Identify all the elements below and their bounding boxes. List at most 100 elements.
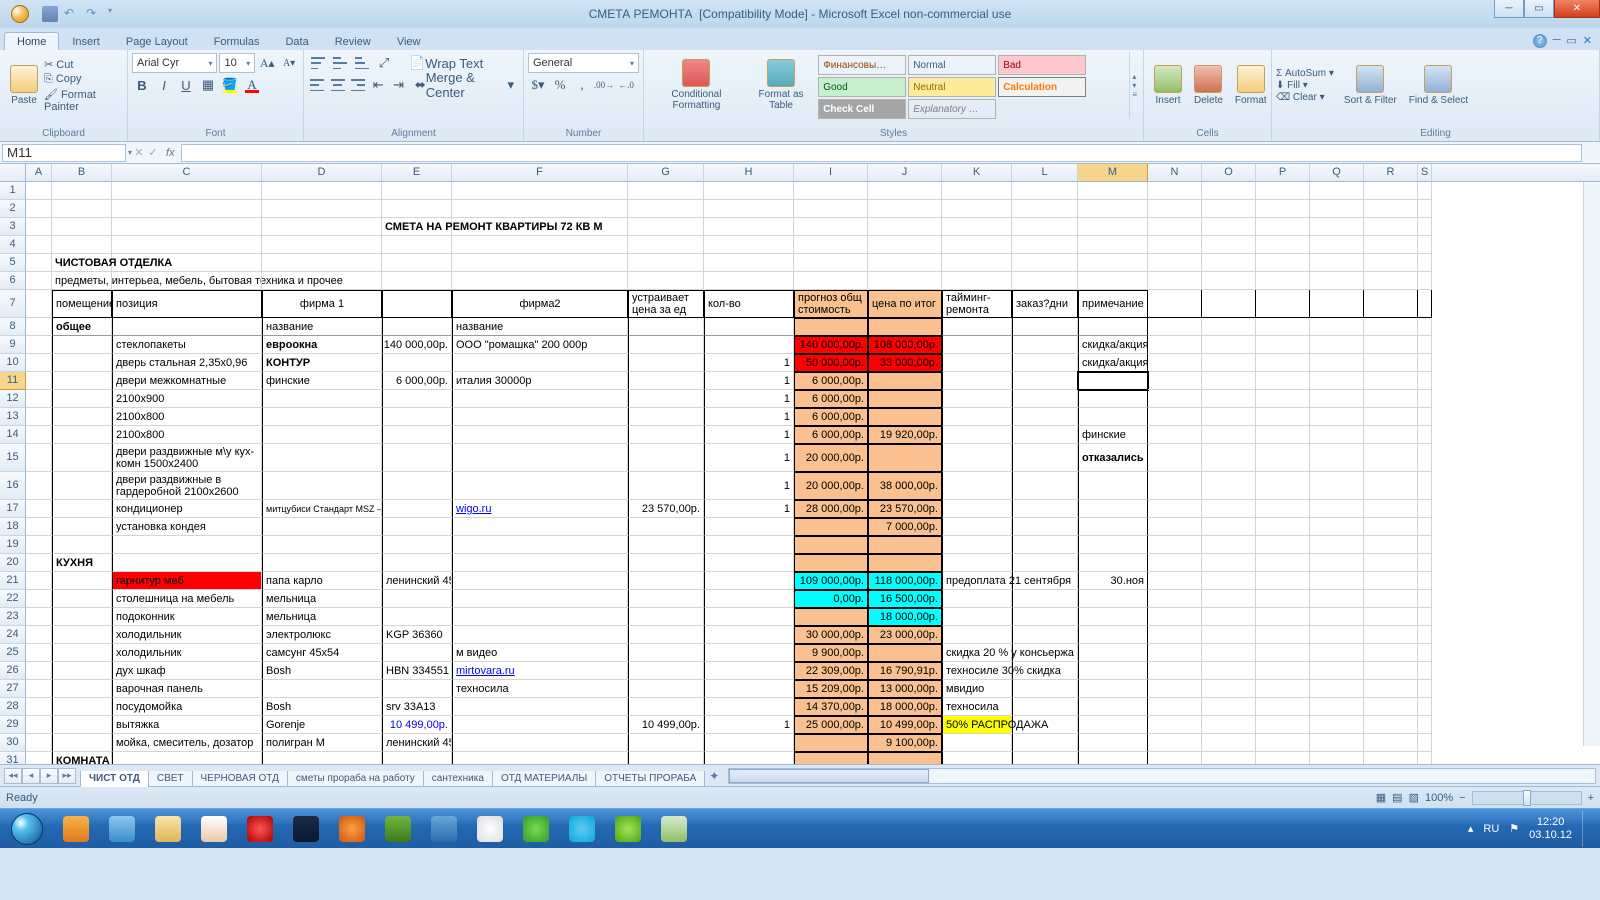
cell[interactable] [704,254,794,272]
cell[interactable] [1256,680,1310,698]
cell[interactable] [1012,734,1078,752]
cell[interactable] [1148,182,1202,200]
sheet-tab[interactable]: ЧЕРНОВАЯ ОТД [192,771,288,787]
cell[interactable] [1364,354,1418,372]
cell[interactable]: 18 000,00р. [868,698,942,716]
cell[interactable]: кондиционер [112,500,262,518]
cell[interactable] [1012,536,1078,554]
cell[interactable] [942,372,1012,390]
cell[interactable] [704,336,794,354]
cell[interactable] [452,716,628,734]
cell[interactable] [704,536,794,554]
grow-font-button[interactable]: A▴ [257,53,277,73]
cell[interactable] [628,272,704,290]
sheet-tab[interactable]: сантехника [423,771,493,787]
cell[interactable] [1202,554,1256,572]
cell[interactable] [1310,734,1364,752]
style-normal[interactable]: Normal [908,55,996,75]
cell[interactable] [868,536,942,554]
cell[interactable] [1256,518,1310,536]
row-header[interactable]: 6 [0,272,26,290]
cell[interactable] [1078,590,1148,608]
cell[interactable] [1078,408,1148,426]
tray-flag-icon[interactable]: ⚑ [1509,822,1519,835]
cell[interactable] [382,500,452,518]
cell[interactable] [1012,716,1078,734]
col-header-C[interactable]: C [112,164,262,181]
cell[interactable] [942,518,1012,536]
cell[interactable] [868,444,942,472]
cell[interactable]: евроокна [262,336,382,354]
cell[interactable] [382,426,452,444]
comma-button[interactable]: , [572,75,592,95]
cell[interactable] [704,200,794,218]
cell[interactable] [1148,426,1202,444]
cell[interactable] [112,218,262,236]
cell[interactable] [942,426,1012,444]
bold-button[interactable]: B [132,75,152,95]
cell[interactable] [628,472,704,500]
row-header[interactable]: 31 [0,752,26,764]
cell[interactable] [942,318,1012,336]
cell[interactable] [52,444,112,472]
horizontal-scrollbar[interactable] [728,768,1596,784]
cell[interactable] [1148,218,1202,236]
cell[interactable] [52,408,112,426]
vertical-scrollbar[interactable] [1583,182,1600,746]
cell[interactable] [1012,444,1078,472]
cell[interactable] [1364,734,1418,752]
cell[interactable]: 6 000,00р. [794,372,868,390]
cell[interactable] [1364,182,1418,200]
col-header-E[interactable]: E [382,164,452,181]
cell[interactable] [794,254,868,272]
cell[interactable]: 15 209,00р. [794,680,868,698]
cell[interactable] [868,554,942,572]
cell[interactable] [1364,254,1418,272]
cell[interactable] [1078,716,1148,734]
cell[interactable] [262,390,382,408]
cell[interactable] [26,698,52,716]
taskbar-thunderbird[interactable] [422,813,466,845]
taskbar-yandex[interactable] [468,813,512,845]
cell[interactable] [52,390,112,408]
cell[interactable] [1148,734,1202,752]
cell[interactable] [1310,272,1364,290]
cell[interactable] [262,554,382,572]
cell[interactable] [1012,590,1078,608]
cell[interactable] [942,626,1012,644]
cell[interactable] [1418,644,1432,662]
row-header[interactable]: 12 [0,390,26,408]
cell[interactable]: ленинский 45 [382,734,452,752]
cell[interactable] [1256,218,1310,236]
cell[interactable]: ООО "ромашка" 200 000р [452,336,628,354]
cell[interactable]: дверь стальная 2,35х0,96 [112,354,262,372]
cell[interactable] [1364,408,1418,426]
row-header[interactable]: 14 [0,426,26,444]
cell[interactable] [1364,662,1418,680]
qat-dropdown-icon[interactable]: ▾ [108,6,124,22]
cell[interactable] [52,608,112,626]
cell[interactable] [112,752,262,764]
cell[interactable] [1256,236,1310,254]
cell[interactable] [262,752,382,764]
cell[interactable] [1418,390,1432,408]
cell[interactable] [262,254,382,272]
cell[interactable] [628,336,704,354]
cell[interactable] [1364,336,1418,354]
cell[interactable] [1078,662,1148,680]
cell[interactable] [382,472,452,500]
taskbar-icq[interactable] [606,813,650,845]
col-header-I[interactable]: I [794,164,868,181]
cell[interactable] [1148,354,1202,372]
cell[interactable] [1148,254,1202,272]
cell[interactable]: столешница на мебель [112,590,262,608]
tab-review[interactable]: Review [322,32,384,50]
cell[interactable] [628,182,704,200]
cell[interactable] [1256,408,1310,426]
cell[interactable] [1364,536,1418,554]
cell[interactable]: 6 000,00р. [794,408,868,426]
cell[interactable] [382,554,452,572]
cell[interactable] [1012,626,1078,644]
cell[interactable] [868,182,942,200]
style-explanatory[interactable]: Explanatory … [908,99,996,119]
